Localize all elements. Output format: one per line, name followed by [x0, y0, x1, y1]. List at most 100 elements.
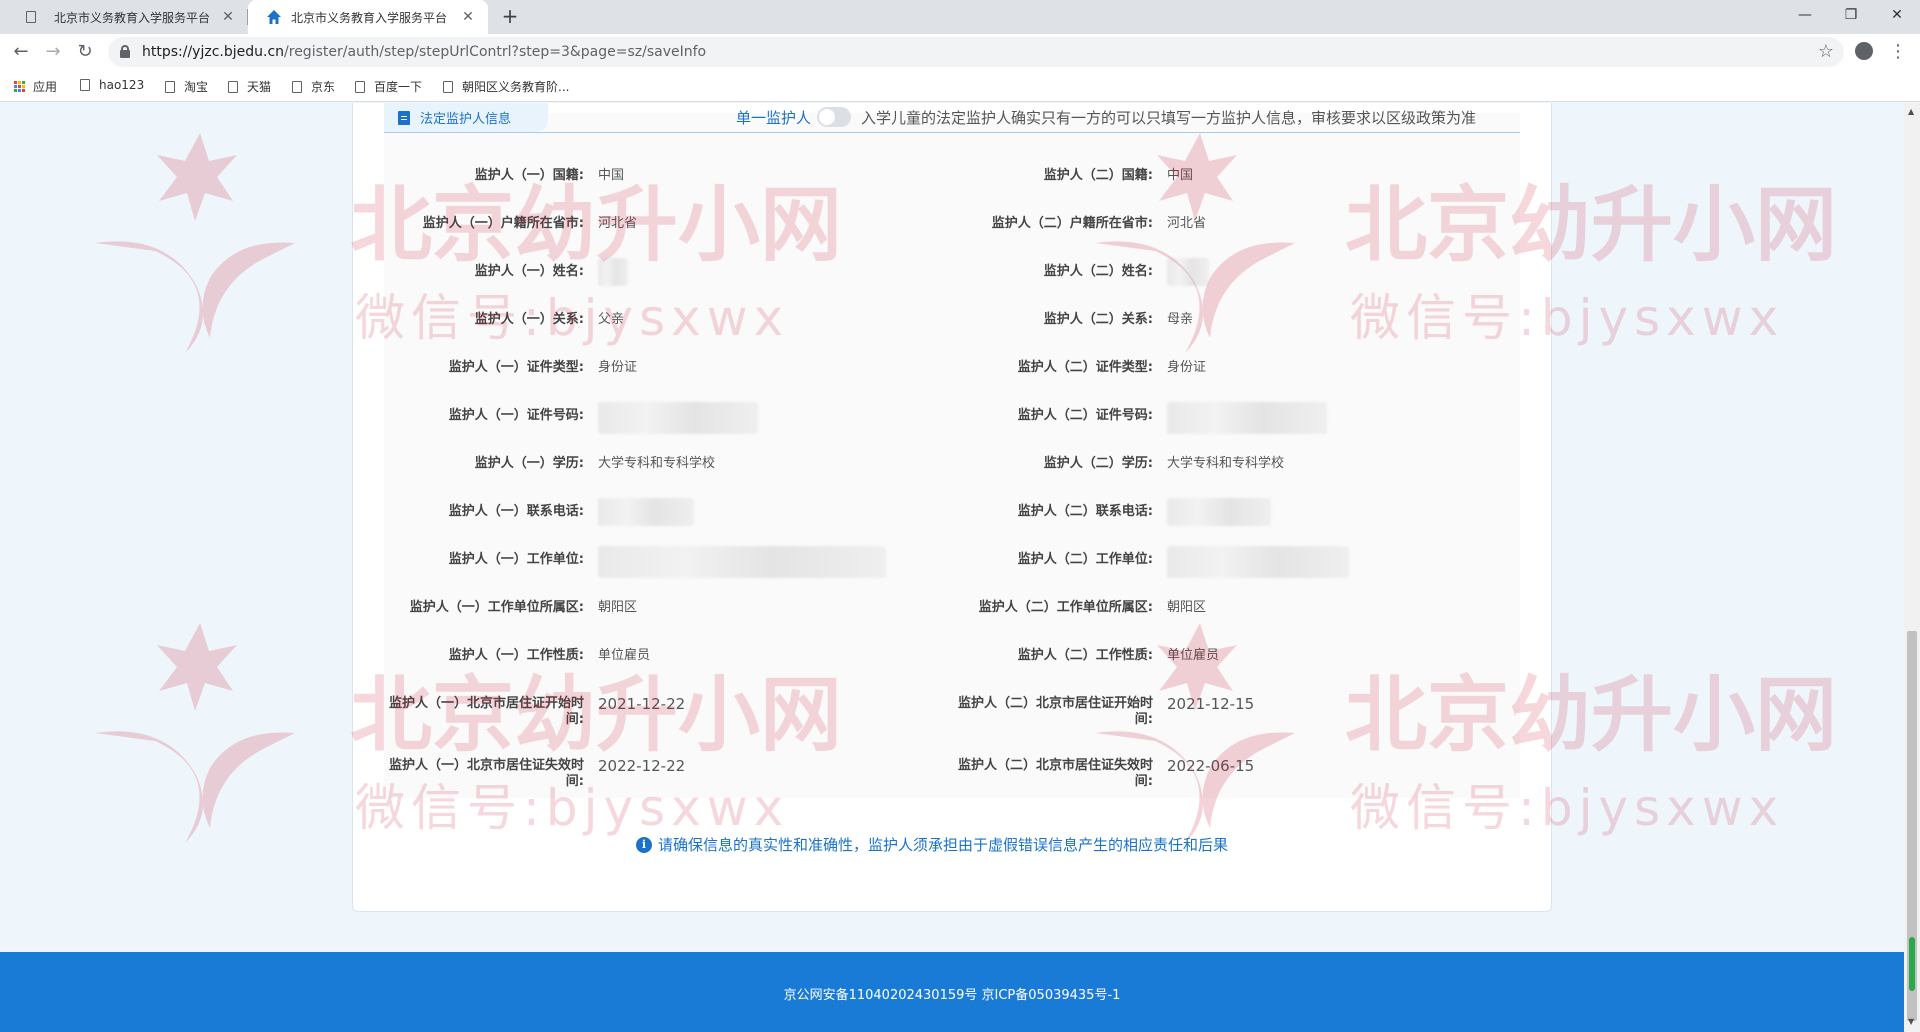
field-label: 监护人（一）北京市居住证开始时间:: [388, 696, 584, 727]
page-icon: [355, 80, 365, 93]
field-label: 监护人（一）联系电话:: [448, 504, 584, 519]
scroll-up-icon[interactable]: ▲: [1908, 107, 1914, 116]
field-label: 监护人（二）户籍所在省市:: [991, 216, 1153, 231]
field-value: 2021-12-15: [1167, 695, 1255, 713]
field-value-redacted: [1167, 402, 1327, 434]
guardian2-residence-start: 监护人（二）北京市居住证开始时间: 2021-12-15: [947, 696, 1254, 730]
field-label: 监护人（一）工作单位:: [448, 552, 584, 567]
bookmark-label: hao123: [99, 78, 145, 92]
close-window-button[interactable]: ✕: [1874, 0, 1920, 30]
single-guardian-toggle[interactable]: [817, 107, 852, 127]
bookmark-label: 天猫: [247, 80, 272, 94]
info-icon: i: [636, 836, 652, 853]
browser-tab-1[interactable]: 北京市义务教育入学服务平台 ✕: [8, 0, 248, 34]
guardian1-phone: 监护人（一）联系电话:: [378, 498, 694, 526]
field-value-redacted: [598, 546, 886, 578]
minimize-button[interactable]: —: [1782, 0, 1828, 30]
bookmark-tmall[interactable]: 天猫: [228, 78, 271, 95]
watermark-logo: [95, 133, 295, 353]
guardian2-id-type: 监护人（二）证件类型: 身份证: [947, 360, 1206, 380]
page-icon: [228, 80, 238, 93]
bookmark-jd[interactable]: 京东: [292, 78, 335, 95]
guardian1-id-number: 监护人（一）证件号码:: [378, 402, 758, 434]
tab-title: 北京市义务教育入学服务平台: [291, 10, 448, 25]
url-text[interactable]: https://yjzc.bjedu.cn/register/auth/step…: [142, 44, 706, 60]
field-label: 监护人（二）工作性质:: [1017, 648, 1153, 663]
guardian1-province: 监护人（一）户籍所在省市: 河北省: [378, 216, 637, 236]
page-icon: [292, 80, 302, 93]
bookmark-baidu[interactable]: 百度一下: [355, 78, 422, 95]
back-button[interactable]: ←: [9, 40, 33, 64]
field-value: 朝阳区: [1167, 600, 1207, 615]
field-value-redacted: [598, 498, 694, 526]
field-value: 河北省: [1167, 216, 1207, 231]
field-value: 父亲: [598, 312, 625, 327]
bookmark-taobao[interactable]: 淘宝: [165, 78, 208, 95]
bookmark-hao123[interactable]: hao123: [80, 78, 144, 92]
field-value: 身份证: [598, 360, 638, 375]
star-icon[interactable]: ☆: [1818, 41, 1834, 62]
close-icon[interactable]: ✕: [460, 9, 476, 25]
document-icon: [398, 110, 410, 125]
guardian1-id-type: 监护人（一）证件类型: 身份证: [378, 360, 637, 380]
single-guardian-label: 单一监护人: [736, 108, 812, 127]
page-scrollbar[interactable]: ▲ ▼: [1904, 103, 1920, 1032]
guardian2-relation: 监护人（二）关系: 母亲: [947, 312, 1193, 332]
field-value: 母亲: [1167, 312, 1194, 327]
guardian1-residence-start: 监护人（一）北京市居住证开始时间: 2021-12-22: [378, 696, 685, 730]
bookmark-apps[interactable]: 应用: [14, 78, 57, 95]
field-value: 大学专科和专科学校: [1167, 456, 1285, 471]
guardian1-employer: 监护人（一）工作单位:: [378, 546, 886, 578]
guardian1-education: 监护人（一）学历: 大学专科和专科学校: [378, 456, 715, 476]
guardian2-employer: 监护人（二）工作单位:: [947, 546, 1349, 578]
field-value-redacted: [1167, 498, 1271, 526]
field-label: 监护人（一）北京市居住证失效时间:: [388, 758, 584, 789]
notice-text: 请确保信息的真实性和准确性，监护人须承担由于虚假错误信息产生的相应责任和后果: [658, 836, 1229, 854]
restore-button[interactable]: ❐: [1828, 0, 1874, 30]
guardian2-province: 监护人（二）户籍所在省市: 河北省: [947, 216, 1206, 236]
notice-row: i 请确保信息的真实性和准确性，监护人须承担由于虚假错误信息产生的相应责任和后果: [636, 834, 1228, 855]
bookmark-label: 百度一下: [374, 80, 423, 94]
page-icon: [80, 79, 90, 91]
single-guardian-row: 单一监护人 入学儿童的法定监护人确实只有一方的可以只填写一方监护人信息，审核要求…: [736, 104, 1476, 130]
field-value: 朝阳区: [598, 600, 638, 615]
field-value-redacted: [598, 402, 758, 434]
close-icon[interactable]: ✕: [220, 9, 236, 25]
section-tab-label: 法定监护人信息: [420, 112, 512, 127]
field-value-redacted: [1167, 546, 1349, 578]
field-value: 河北省: [598, 216, 638, 231]
field-value: 2022-06-15: [1167, 757, 1255, 775]
field-value-redacted: [598, 258, 628, 286]
watermark-logo: [95, 623, 295, 843]
bookmark-chaoyang[interactable]: 朝阳区义务教育阶...: [443, 78, 569, 95]
field-value: 单位雇员: [598, 648, 651, 663]
guardian1-relation: 监护人（一）关系: 父亲: [378, 312, 624, 332]
guardian2-nationality: 监护人（二）国籍: 中国: [947, 168, 1193, 188]
lock-icon: [120, 45, 130, 58]
footer-text: 京公网安备11040202430159号 京ICP备05039435号-1: [783, 988, 1121, 1003]
guardian2-name: 监护人（二）姓名:: [947, 258, 1209, 286]
field-label: 监护人（二）北京市居住证失效时间:: [957, 758, 1153, 789]
profile-icon[interactable]: [1855, 42, 1873, 60]
section-tab[interactable]: 法定监护人信息: [384, 103, 548, 132]
single-guardian-note: 入学儿童的法定监护人确实只有一方的可以只填写一方监护人信息，审核要求以区级政策为…: [861, 108, 1477, 127]
scroll-down-icon[interactable]: ▼: [1908, 1017, 1914, 1026]
field-value: 2022-12-22: [598, 757, 686, 775]
field-value: 2021-12-22: [598, 695, 686, 713]
guardian2-residence-end: 监护人（二）北京市居住证失效时间: 2022-06-15: [947, 758, 1254, 792]
reload-button[interactable]: ↻: [73, 40, 97, 64]
browser-tab-2[interactable]: 北京市义务教育入学服务平台 ✕: [248, 0, 488, 34]
url-host: https://yjzc.bjedu.cn: [142, 44, 285, 60]
field-label: 监护人（二）姓名:: [1043, 264, 1153, 279]
field-label: 监护人（二）学历:: [1043, 456, 1153, 471]
address-bar[interactable]: https://yjzc.bjedu.cn/register/auth/step…: [108, 37, 1844, 67]
forward-button[interactable]: →: [41, 40, 65, 64]
guardian2-phone: 监护人（二）联系电话:: [947, 498, 1271, 526]
field-label: 监护人（二）证件号码:: [1017, 408, 1153, 423]
field-label: 监护人（二）关系:: [1043, 312, 1153, 327]
new-tab-button[interactable]: +: [498, 5, 522, 29]
menu-icon[interactable]: ⋮: [1889, 40, 1907, 64]
field-label: 监护人（一）国籍:: [474, 168, 584, 183]
field-value: 身份证: [1167, 360, 1207, 375]
tab-title: 北京市义务教育入学服务平台: [54, 10, 211, 25]
